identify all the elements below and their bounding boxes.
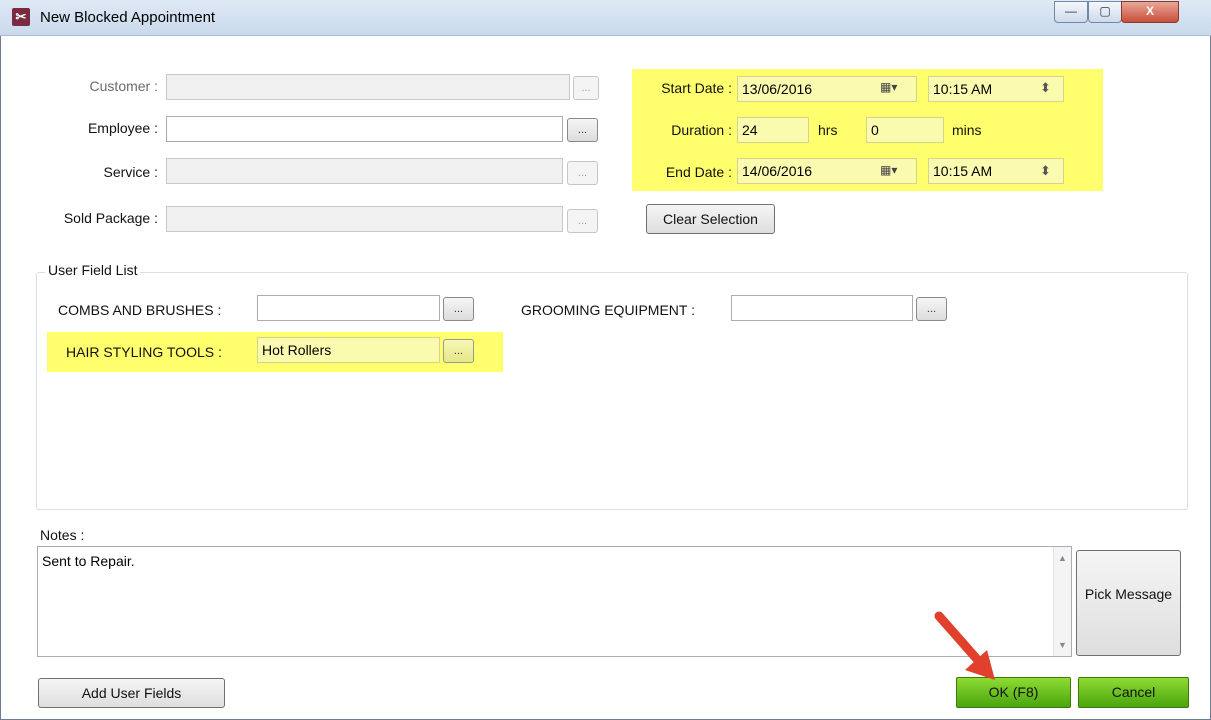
start-date-label: Start Date :	[661, 80, 732, 96]
customer-field	[166, 74, 570, 100]
pointer-arrow-icon	[934, 611, 995, 680]
end-date-value: 14/06/2016	[742, 163, 813, 179]
clear-selection-button[interactable]: Clear Selection	[646, 204, 775, 234]
sold-package-field	[166, 206, 563, 232]
service-browse-button[interactable]: ...	[567, 161, 598, 185]
sold-package-browse-button[interactable]: ...	[567, 209, 598, 233]
end-date-label: End Date :	[665, 164, 732, 180]
calendar-icon[interactable]: ▦▾	[880, 163, 897, 177]
minimize-button[interactable]: —	[1054, 1, 1088, 23]
sold-package-label: Sold Package :	[63, 210, 158, 226]
hrs-label: hrs	[818, 122, 838, 138]
notes-label: Notes :	[40, 527, 85, 543]
end-time-spin-icon[interactable]: ⬍	[1040, 163, 1051, 179]
mins-label: mins	[952, 122, 982, 138]
start-time-value: 10:15 AM	[933, 81, 993, 97]
duration-hours-value: 24	[742, 122, 758, 138]
hair-styling-value: Hot Rollers	[262, 342, 332, 358]
duration-label: Duration :	[671, 122, 732, 138]
duration-mins-field[interactable]: 0	[866, 117, 944, 143]
user-field-list-title: User Field List	[45, 262, 141, 278]
grooming-field[interactable]	[731, 295, 913, 321]
grooming-label: GROOMING EQUIPMENT :	[521, 302, 695, 318]
add-user-fields-button[interactable]: Add User Fields	[38, 678, 225, 708]
service-label: Service :	[103, 164, 158, 180]
combs-browse-button[interactable]: ...	[443, 297, 474, 321]
hair-styling-label: HAIR STYLING TOOLS :	[66, 344, 222, 360]
combs-field[interactable]	[257, 295, 440, 321]
employee-browse-button[interactable]: ...	[567, 118, 598, 142]
grooming-browse-button[interactable]: ...	[916, 297, 947, 321]
notes-text: Sent to Repair.	[42, 553, 135, 569]
customer-browse-button[interactable]: ...	[573, 76, 599, 100]
employee-field[interactable]	[166, 116, 563, 142]
cancel-button[interactable]: Cancel	[1078, 677, 1189, 708]
window-title: New Blocked Appointment	[40, 9, 216, 26]
scroll-down-icon[interactable]: ▼	[1058, 640, 1067, 650]
notes-scrollbar[interactable]: ▲ ▼	[1053, 547, 1071, 656]
start-time-spin-icon[interactable]: ⬍	[1040, 80, 1051, 96]
service-field	[166, 158, 563, 184]
customer-label: Customer :	[89, 78, 158, 94]
calendar-icon[interactable]: ▦▾	[880, 80, 897, 94]
combs-label: COMBS AND BRUSHES :	[58, 302, 222, 318]
duration-mins-value: 0	[871, 122, 879, 138]
hair-styling-field[interactable]: Hot Rollers	[257, 337, 440, 363]
pick-message-button[interactable]: Pick Message	[1076, 550, 1181, 656]
hair-styling-browse-button[interactable]: ...	[443, 339, 474, 363]
close-button[interactable]: X	[1121, 1, 1179, 23]
maximize-button[interactable]: ▢	[1088, 1, 1122, 23]
end-time-value: 10:15 AM	[933, 163, 993, 179]
duration-hours-field[interactable]: 24	[737, 117, 809, 143]
scroll-up-icon[interactable]: ▲	[1058, 553, 1067, 563]
start-date-value: 13/06/2016	[742, 81, 813, 97]
scissors-icon: ✂	[12, 8, 30, 26]
notes-textarea[interactable]: Sent to Repair. ▲ ▼	[37, 546, 1072, 657]
employee-label: Employee :	[87, 120, 158, 136]
